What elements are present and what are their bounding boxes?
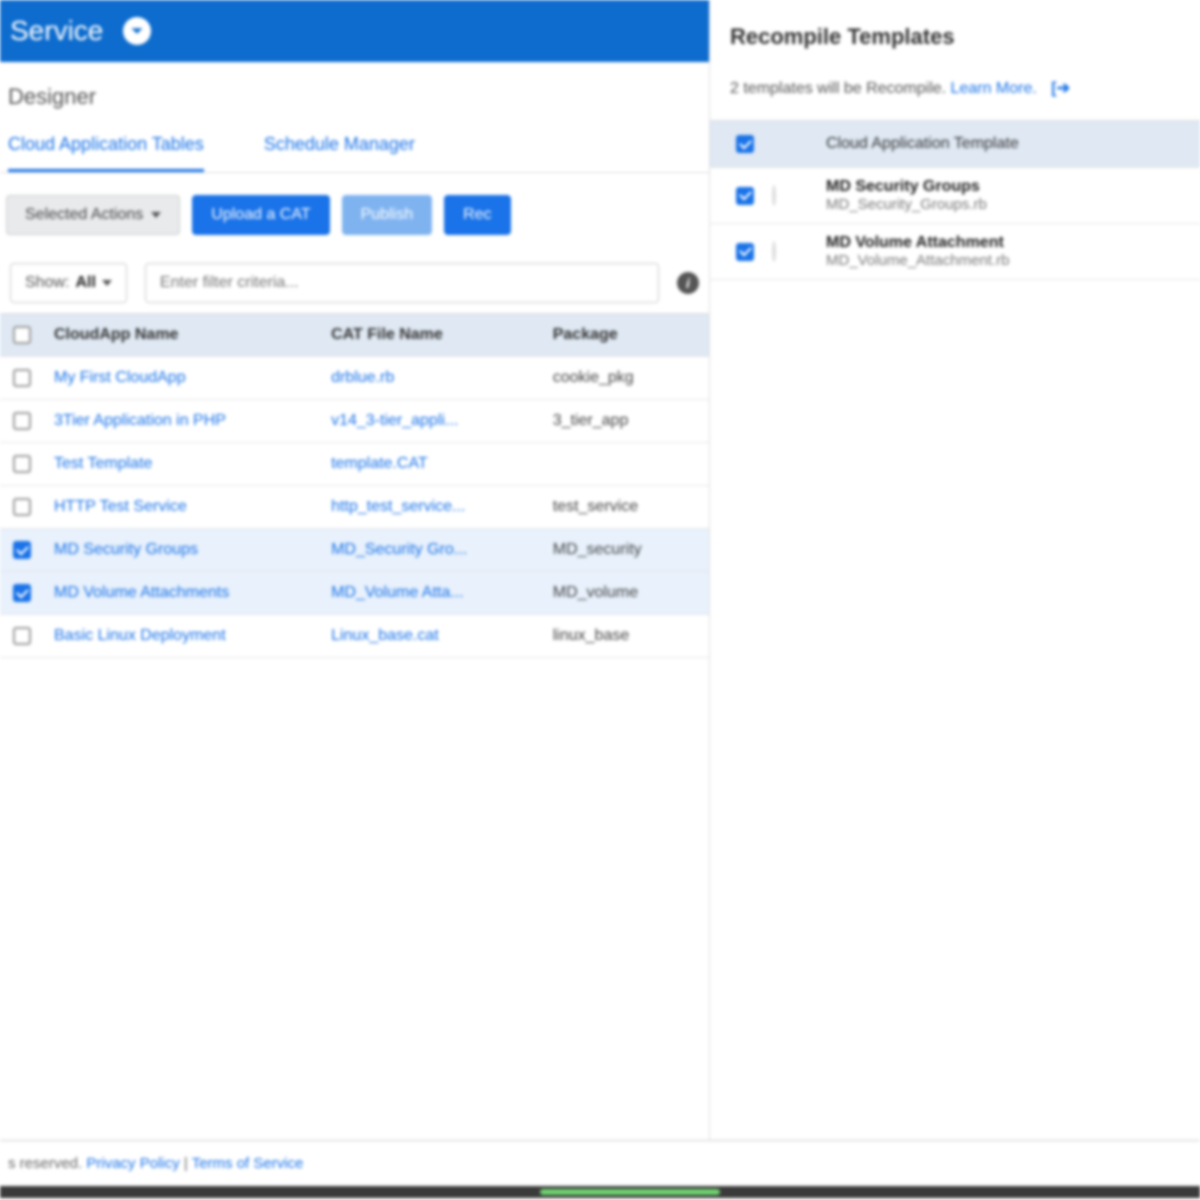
cloudapp-name-link[interactable]: 3Tier Application in PHP xyxy=(44,400,321,442)
row-checkbox[interactable] xyxy=(13,455,31,473)
cloudapp-name-link[interactable]: My First CloudApp xyxy=(44,357,321,399)
info-icon[interactable]: i xyxy=(677,272,699,294)
show-value: All xyxy=(75,274,95,292)
panel-message-text: 2 templates will be Recompile. xyxy=(730,80,951,97)
cloudapp-name-link[interactable]: HTTP Test Service xyxy=(44,486,321,528)
panel-message: 2 templates will be Recompile. Learn Mor… xyxy=(710,68,1200,120)
template-title: MD Security Groups xyxy=(826,178,1192,196)
table-row[interactable]: HTTP Test Service http_test_service... t… xyxy=(0,486,709,529)
table-row[interactable]: MD Volume Attachments MD_Volume Atta... … xyxy=(0,572,709,615)
select-all-checkbox[interactable] xyxy=(13,326,31,344)
show-label: Show: xyxy=(25,274,69,292)
table-row[interactable]: Test Template template.CAT xyxy=(0,443,709,486)
tab-cloud-application-tables[interactable]: Cloud Application Tables xyxy=(8,134,204,172)
app-title: Service xyxy=(10,15,103,47)
select-all-templates-checkbox[interactable] xyxy=(736,135,754,153)
cat-file-link[interactable]: MD_Security Gro... xyxy=(321,529,543,571)
footer-separator: | xyxy=(184,1155,192,1172)
privacy-policy-link[interactable]: Privacy Policy xyxy=(86,1155,179,1172)
row-checkbox[interactable] xyxy=(13,541,31,559)
package-value: MD_security xyxy=(543,529,709,571)
template-title: MD Volume Attachment xyxy=(826,234,1192,252)
filter-input[interactable] xyxy=(145,263,659,303)
title-dropdown[interactable] xyxy=(123,17,151,45)
tab-schedule-manager[interactable]: Schedule Manager xyxy=(264,134,415,172)
cloudapp-name-link[interactable]: Test Template xyxy=(44,443,321,485)
cat-file-link[interactable]: MD_Volume Atta... xyxy=(321,572,543,614)
recompile-button[interactable]: Rec xyxy=(444,195,510,235)
recompile-item[interactable]: MD Security Groups MD_Security_Groups.rb xyxy=(710,168,1200,224)
template-icon xyxy=(772,185,776,206)
terms-of-service-link[interactable]: Terms of Service xyxy=(192,1155,304,1172)
cat-file-link[interactable]: template.CAT xyxy=(321,443,543,485)
recompile-list-header: Cloud Application Template xyxy=(710,121,1200,168)
col-cat-file-name[interactable]: CAT File Name xyxy=(321,314,543,356)
chevron-down-icon xyxy=(130,24,144,38)
recompile-panel: Recompile Templates 2 templates will be … xyxy=(710,0,1200,1140)
row-checkbox[interactable] xyxy=(13,369,31,387)
table-row[interactable]: My First CloudApp drblue.rb cookie_pkg xyxy=(0,357,709,400)
table-row[interactable]: Basic Linux Deployment Linux_base.cat li… xyxy=(0,615,709,658)
recompile-header-label: Cloud Application Template xyxy=(826,135,1192,153)
package-value xyxy=(543,452,709,476)
external-link-icon[interactable]: [➔ xyxy=(1051,80,1070,97)
package-value: test_service xyxy=(543,486,709,528)
toolbar: Selected Actions Upload a CAT Publish Re… xyxy=(0,173,709,257)
cat-file-link[interactable]: Linux_base.cat xyxy=(321,615,543,657)
tabs: Cloud Application Tables Schedule Manage… xyxy=(0,120,709,173)
package-value: 3_tier_app xyxy=(543,400,709,442)
col-cloudapp-name[interactable]: CloudApp Name xyxy=(44,314,321,356)
col-package[interactable]: Package xyxy=(543,314,709,356)
cloudapp-name-link[interactable]: Basic Linux Deployment xyxy=(44,615,321,657)
package-value: cookie_pkg xyxy=(543,357,709,399)
table-header: CloudApp Name CAT File Name Package xyxy=(0,314,709,357)
page-subtitle: Designer xyxy=(0,62,709,120)
footer: s reserved. Privacy Policy | Terms of Se… xyxy=(0,1140,1200,1186)
os-taskbar xyxy=(0,1186,1200,1198)
table-row[interactable]: MD Security Groups MD_Security Gro... MD… xyxy=(0,529,709,572)
cloudapp-name-link[interactable]: MD Security Groups xyxy=(44,529,321,571)
row-checkbox[interactable] xyxy=(13,498,31,516)
template-checkbox[interactable] xyxy=(736,243,754,261)
footer-reserved: s reserved. xyxy=(8,1155,86,1172)
selected-actions-label: Selected Actions xyxy=(25,206,143,224)
template-filename: MD_Volume_Attachment.rb xyxy=(826,252,1192,269)
cloudapp-table: CloudApp Name CAT File Name Package My F… xyxy=(0,313,709,658)
template-checkbox[interactable] xyxy=(736,187,754,205)
package-value: linux_base xyxy=(543,615,709,657)
caret-down-icon xyxy=(102,280,112,286)
top-bar: Service xyxy=(0,0,709,62)
recompile-item[interactable]: MD Volume Attachment MD_Volume_Attachmen… xyxy=(710,224,1200,280)
recompile-list: Cloud Application Template MD Security G… xyxy=(710,120,1200,280)
row-checkbox[interactable] xyxy=(13,412,31,430)
row-checkbox[interactable] xyxy=(13,627,31,645)
template-icon xyxy=(772,241,776,262)
cat-file-link[interactable]: drblue.rb xyxy=(321,357,543,399)
publish-button[interactable]: Publish xyxy=(342,195,432,235)
show-filter-dropdown[interactable]: Show: All xyxy=(10,263,127,303)
selected-actions-dropdown[interactable]: Selected Actions xyxy=(6,195,180,235)
table-row[interactable]: 3Tier Application in PHP v14_3-tier_appl… xyxy=(0,400,709,443)
row-checkbox[interactable] xyxy=(13,584,31,602)
learn-more-link[interactable]: Learn More. xyxy=(951,80,1037,97)
caret-down-icon xyxy=(151,212,161,218)
upload-cat-button[interactable]: Upload a CAT xyxy=(192,195,329,235)
cat-file-link[interactable]: v14_3-tier_appli... xyxy=(321,400,543,442)
template-filename: MD_Security_Groups.rb xyxy=(826,196,1192,213)
panel-title: Recompile Templates xyxy=(710,0,1200,68)
package-value: MD_volume xyxy=(543,572,709,614)
cloudapp-name-link[interactable]: MD Volume Attachments xyxy=(44,572,321,614)
cat-file-link[interactable]: http_test_service... xyxy=(321,486,543,528)
filter-bar: Show: All i xyxy=(0,257,709,313)
